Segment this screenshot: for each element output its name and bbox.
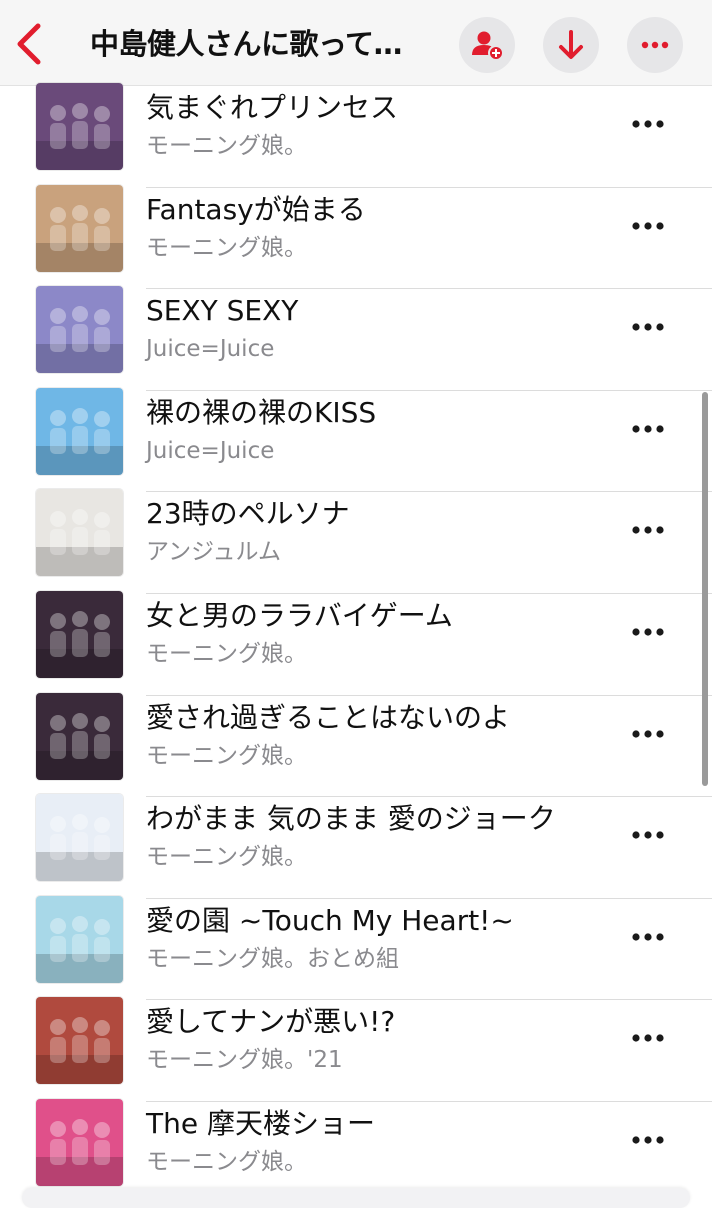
song-more-button[interactable]: [628, 518, 668, 542]
album-artwork: [36, 997, 123, 1085]
more-ellipsis-icon: [632, 425, 664, 433]
download-button[interactable]: [543, 17, 599, 73]
song-title: 23時のペルソナ: [146, 497, 350, 531]
song-more-button[interactable]: [628, 620, 668, 644]
album-artwork: [36, 286, 123, 374]
more-ellipsis-icon: [632, 1136, 664, 1144]
song-title: 女と男のララバイゲーム: [146, 598, 453, 632]
album-artwork: [36, 1098, 123, 1186]
album-artwork: [36, 895, 123, 983]
back-button[interactable]: [10, 18, 50, 70]
download-arrow-icon: [559, 30, 583, 59]
song-more-button[interactable]: [628, 417, 668, 441]
song-row[interactable]: 女と男のララバイゲームモーニング娘。: [0, 590, 712, 696]
song-title: わがまま 気のまま 愛のジョーク: [146, 802, 556, 836]
add-person-button[interactable]: [459, 17, 515, 73]
album-artwork: [36, 184, 123, 272]
song-row[interactable]: 裸の裸の裸のKISS Juice=Juice: [0, 387, 712, 493]
song-row[interactable]: SEXY SEXY Juice=Juice: [0, 286, 712, 391]
song-more-button[interactable]: [628, 1026, 668, 1050]
more-ellipsis-icon: [632, 933, 664, 941]
song-artist: モーニング娘。: [146, 640, 307, 667]
song-artist: モーニング娘。: [146, 1148, 307, 1175]
song-title: Fantasyが始まる: [146, 192, 366, 226]
song-artist: モーニング娘。: [146, 133, 307, 159]
more-ellipsis-icon: [632, 120, 664, 128]
more-ellipsis-icon: [632, 729, 664, 738]
song-artist: モーニング娘。: [146, 844, 307, 871]
playlist-title: 中島健人さんに歌って…: [90, 27, 403, 61]
song-more-button[interactable]: [628, 1128, 668, 1152]
song-more-button[interactable]: [628, 112, 668, 136]
more-ellipsis-icon: [632, 628, 664, 636]
song-row[interactable]: Fantasyが始まるモーニング娘。: [0, 184, 712, 290]
navigation-header: 中島健人さんに歌って…: [0, 0, 712, 86]
song-artist: Juice=Juice: [146, 336, 275, 363]
album-artwork: [36, 387, 123, 475]
album-artwork: [36, 794, 123, 882]
more-ellipsis-icon: [632, 323, 664, 331]
song-artist: Juice=Juice: [146, 437, 275, 464]
album-artwork: [36, 590, 123, 678]
song-row[interactable]: 23時のペルソナアンジュルム: [0, 489, 712, 594]
song-more-button[interactable]: [628, 214, 668, 238]
album-artwork: [36, 489, 123, 577]
song-title: 愛してナンが悪い!?: [146, 1005, 396, 1039]
song-list: 気まぐれプリンセス モーニング娘。 Fantasyが始まる モーニング娘。 SEXY S…: [0, 83, 712, 1204]
mini-player-bar[interactable]: [22, 1188, 690, 1208]
song-title: 愛され過ぎることはないのよ: [146, 700, 511, 734]
more-ellipsis-icon: [632, 1034, 664, 1042]
song-title: 気まぐれプリンセス: [146, 91, 399, 124]
song-title: 愛の園 ~Touch My Heart!~: [146, 903, 514, 937]
song-artist: アンジュルム: [146, 539, 282, 566]
song-row[interactable]: 愛され過ぎることはないのよモーニング娘。: [0, 692, 712, 798]
song-row[interactable]: わがまま 気のまま 愛のジョークモーニング娘。: [0, 794, 712, 899]
more-options-button[interactable]: [627, 17, 683, 73]
chevron-left-icon: [17, 23, 41, 65]
song-artist: モーニング娘。: [146, 234, 307, 261]
more-ellipsis-icon: [632, 526, 664, 534]
more-ellipsis-icon: [641, 41, 669, 49]
song-row[interactable]: 愛の園 ~Touch My Heart!~ モーニング娘。おとめ組: [0, 895, 712, 1001]
song-more-button[interactable]: [628, 722, 668, 746]
scrollbar[interactable]: [702, 392, 708, 786]
more-ellipsis-icon: [632, 831, 664, 839]
more-ellipsis-icon: [632, 221, 664, 230]
song-artist: モーニング娘。'21: [146, 1047, 343, 1074]
album-artwork: [36, 692, 123, 780]
add-person-icon: [472, 31, 504, 61]
song-row[interactable]: 気まぐれプリンセスモーニング娘。: [0, 83, 712, 188]
song-artist: モーニング娘。: [146, 742, 307, 769]
song-more-button[interactable]: [628, 925, 668, 949]
song-artist: モーニング娘。おとめ組: [146, 945, 399, 972]
album-artwork: [36, 83, 123, 170]
song-title: SEXY SEXY: [146, 294, 299, 328]
song-row[interactable]: 愛してナンが悪い!? モーニング娘。'21: [0, 997, 712, 1102]
song-more-button[interactable]: [628, 823, 668, 847]
song-title: 裸の裸の裸のKISS: [146, 395, 377, 429]
song-title: The 摩天楼ショー: [146, 1106, 375, 1140]
song-more-button[interactable]: [628, 315, 668, 339]
